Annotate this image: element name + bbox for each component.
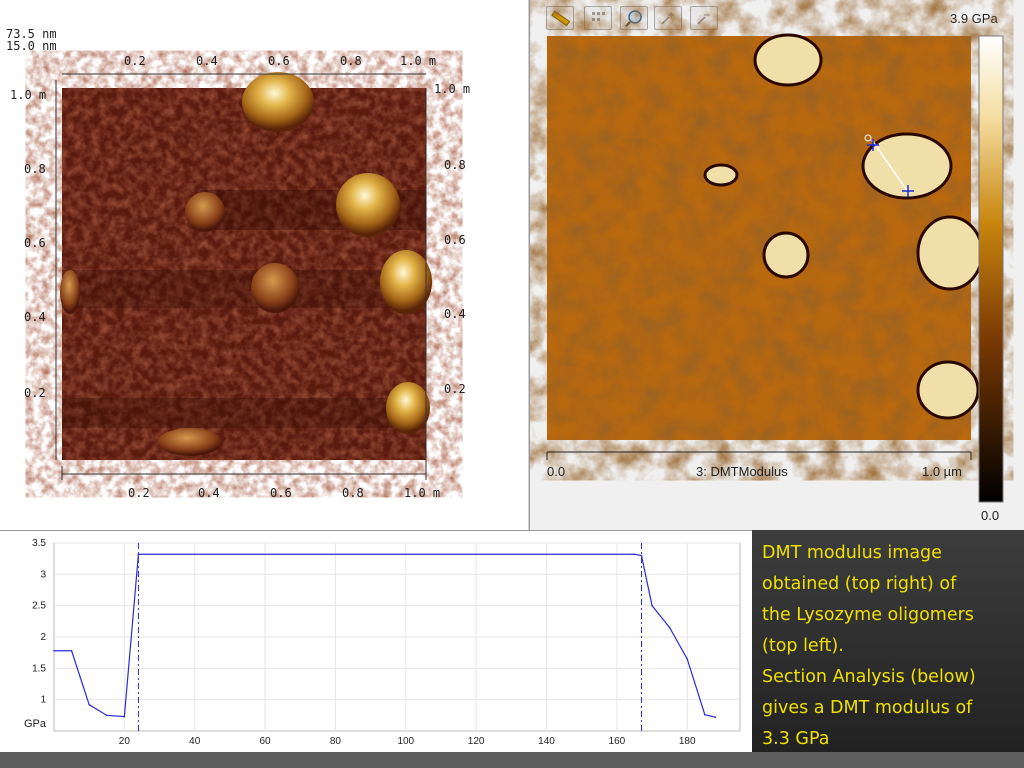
color-scale-bar — [978, 35, 1004, 503]
section-marker[interactable] — [902, 185, 914, 197]
x-tick-label: 160 — [609, 736, 626, 747]
x-tick-label: 120 — [468, 736, 485, 747]
particle — [185, 192, 225, 232]
x-tick-label: 100 — [397, 736, 414, 747]
particle — [386, 382, 430, 434]
afm-3d-canvas — [55, 72, 432, 480]
bottom-tick: 0.4 — [198, 486, 220, 500]
y-tick-label: 1.5 — [32, 663, 46, 674]
data-point — [651, 604, 653, 607]
particle — [242, 72, 314, 132]
dmt-modulus-panel: 3.9 GPa 0.0 3: DMTModulus 1.0 µm 0.0 — [529, 0, 1024, 530]
channel-label: 3: DMTModulus — [696, 464, 788, 479]
bottom-tick: 0.8 — [342, 486, 364, 500]
zoom-icon — [625, 10, 642, 27]
data-point — [123, 715, 126, 718]
data-point — [105, 714, 108, 717]
top-tick: 1.0 m — [400, 54, 437, 68]
bottom-tick: 1.0 m — [404, 486, 441, 500]
bottom-tick: 0.2 — [128, 486, 150, 500]
top-tick: 0.8 — [340, 54, 362, 68]
x-tick-label: 180 — [679, 736, 696, 747]
axis-start-label: 0.0 — [547, 464, 566, 479]
particle — [380, 250, 432, 314]
top-tick: 0.4 — [196, 54, 218, 68]
section-start-point[interactable] — [864, 134, 872, 142]
data-point — [714, 716, 717, 719]
caption-panel: DMT modulus image obtained (top right) o… — [752, 530, 1024, 752]
x-tick-label: 80 — [330, 736, 342, 747]
caption-line: 3.3 GPa — [762, 729, 830, 749]
caption-line: the Lysozyme oligomers — [762, 605, 974, 625]
zoom-in-tool-button[interactable] — [654, 6, 682, 30]
zoom-out-icon — [697, 14, 710, 25]
z-scale-bottom: 15.0 nm — [6, 39, 57, 53]
bottom-tick: 0.6 — [270, 486, 292, 500]
data-point — [137, 553, 140, 556]
section-profile-line — [54, 553, 716, 718]
section-marker[interactable] — [867, 139, 879, 151]
particle — [251, 263, 299, 313]
data-point — [88, 703, 90, 706]
scale-max-label: 3.9 GPa — [950, 11, 998, 26]
caption-line: gives a DMT modulus of — [762, 698, 973, 718]
y-tick-label: 3.5 — [32, 538, 46, 549]
data-point — [53, 649, 55, 652]
x-tick-label: 140 — [538, 736, 555, 747]
zoom-in-icon — [661, 12, 674, 25]
section-analysis-panel: 3.5 3 2.5 2 1.5 1 GPa 20 40 60 80 100 120 140 160 180 — [0, 530, 752, 753]
left-tick: 0.2 — [24, 386, 46, 400]
left-tick: 0.4 — [24, 310, 46, 324]
grid-select-tool-button[interactable] — [584, 6, 612, 30]
data-point — [70, 649, 73, 652]
caption-line: DMT modulus image — [762, 543, 942, 563]
data-point — [633, 553, 636, 556]
section-line[interactable] — [871, 139, 909, 193]
particle — [158, 428, 222, 456]
left-top-label: 1.0 m — [10, 88, 47, 102]
axis-end-label: 1.0 µm — [922, 464, 963, 479]
data-point — [686, 658, 689, 660]
right-tick: 0.2 — [444, 382, 466, 396]
x-tick-label: 20 — [119, 736, 131, 747]
left-tick: 0.6 — [24, 236, 46, 250]
right-tick: 0.6 — [444, 233, 466, 247]
data-point — [704, 713, 706, 716]
right-top-label: 1.0 m — [434, 82, 471, 96]
data-point — [668, 626, 671, 629]
zoom-out-tool-button[interactable] — [690, 6, 718, 30]
dmt-image — [547, 36, 971, 440]
x-tick-label: 40 — [189, 736, 201, 747]
caption-line: (top left). — [762, 636, 844, 656]
zoom-tool-button[interactable] — [620, 6, 648, 30]
scale-min-label: 0.0 — [981, 508, 1000, 523]
ruler-tool-button[interactable] — [546, 6, 574, 30]
caption-line: Section Analysis (below) — [762, 667, 976, 687]
right-tick: 0.8 — [444, 158, 466, 172]
top-tick: 0.2 — [124, 54, 146, 68]
y-tick-label: 3 — [40, 569, 46, 580]
right-tick: 0.4 — [444, 307, 466, 321]
footer-bar — [0, 752, 1024, 768]
dmt-image-canvas — [546, 33, 1004, 503]
top-tick: 0.6 — [268, 54, 290, 68]
y-tick-label: 1 — [40, 695, 46, 706]
particle — [336, 173, 400, 237]
afm-3d-panel: 73.5 nm 15.0 nm 0.2 0.4 0.6 0.8 1.0 m 1.… — [0, 0, 529, 530]
caption-line: obtained (top right) of — [762, 574, 957, 594]
particle — [60, 270, 80, 314]
left-tick: 0.8 — [24, 162, 46, 176]
x-tick-label: 60 — [260, 736, 272, 747]
y-tick-label: 2 — [40, 632, 46, 643]
section-chart: 3.5 3 2.5 2 1.5 1 GPa 20 40 60 80 100 120 140 160 180 — [24, 538, 741, 747]
y-unit-label: GPa — [24, 718, 47, 730]
ruler-icon — [551, 10, 571, 27]
y-tick-label: 2.5 — [32, 601, 46, 612]
grid-select-icon — [592, 12, 605, 21]
data-point — [640, 554, 643, 557]
